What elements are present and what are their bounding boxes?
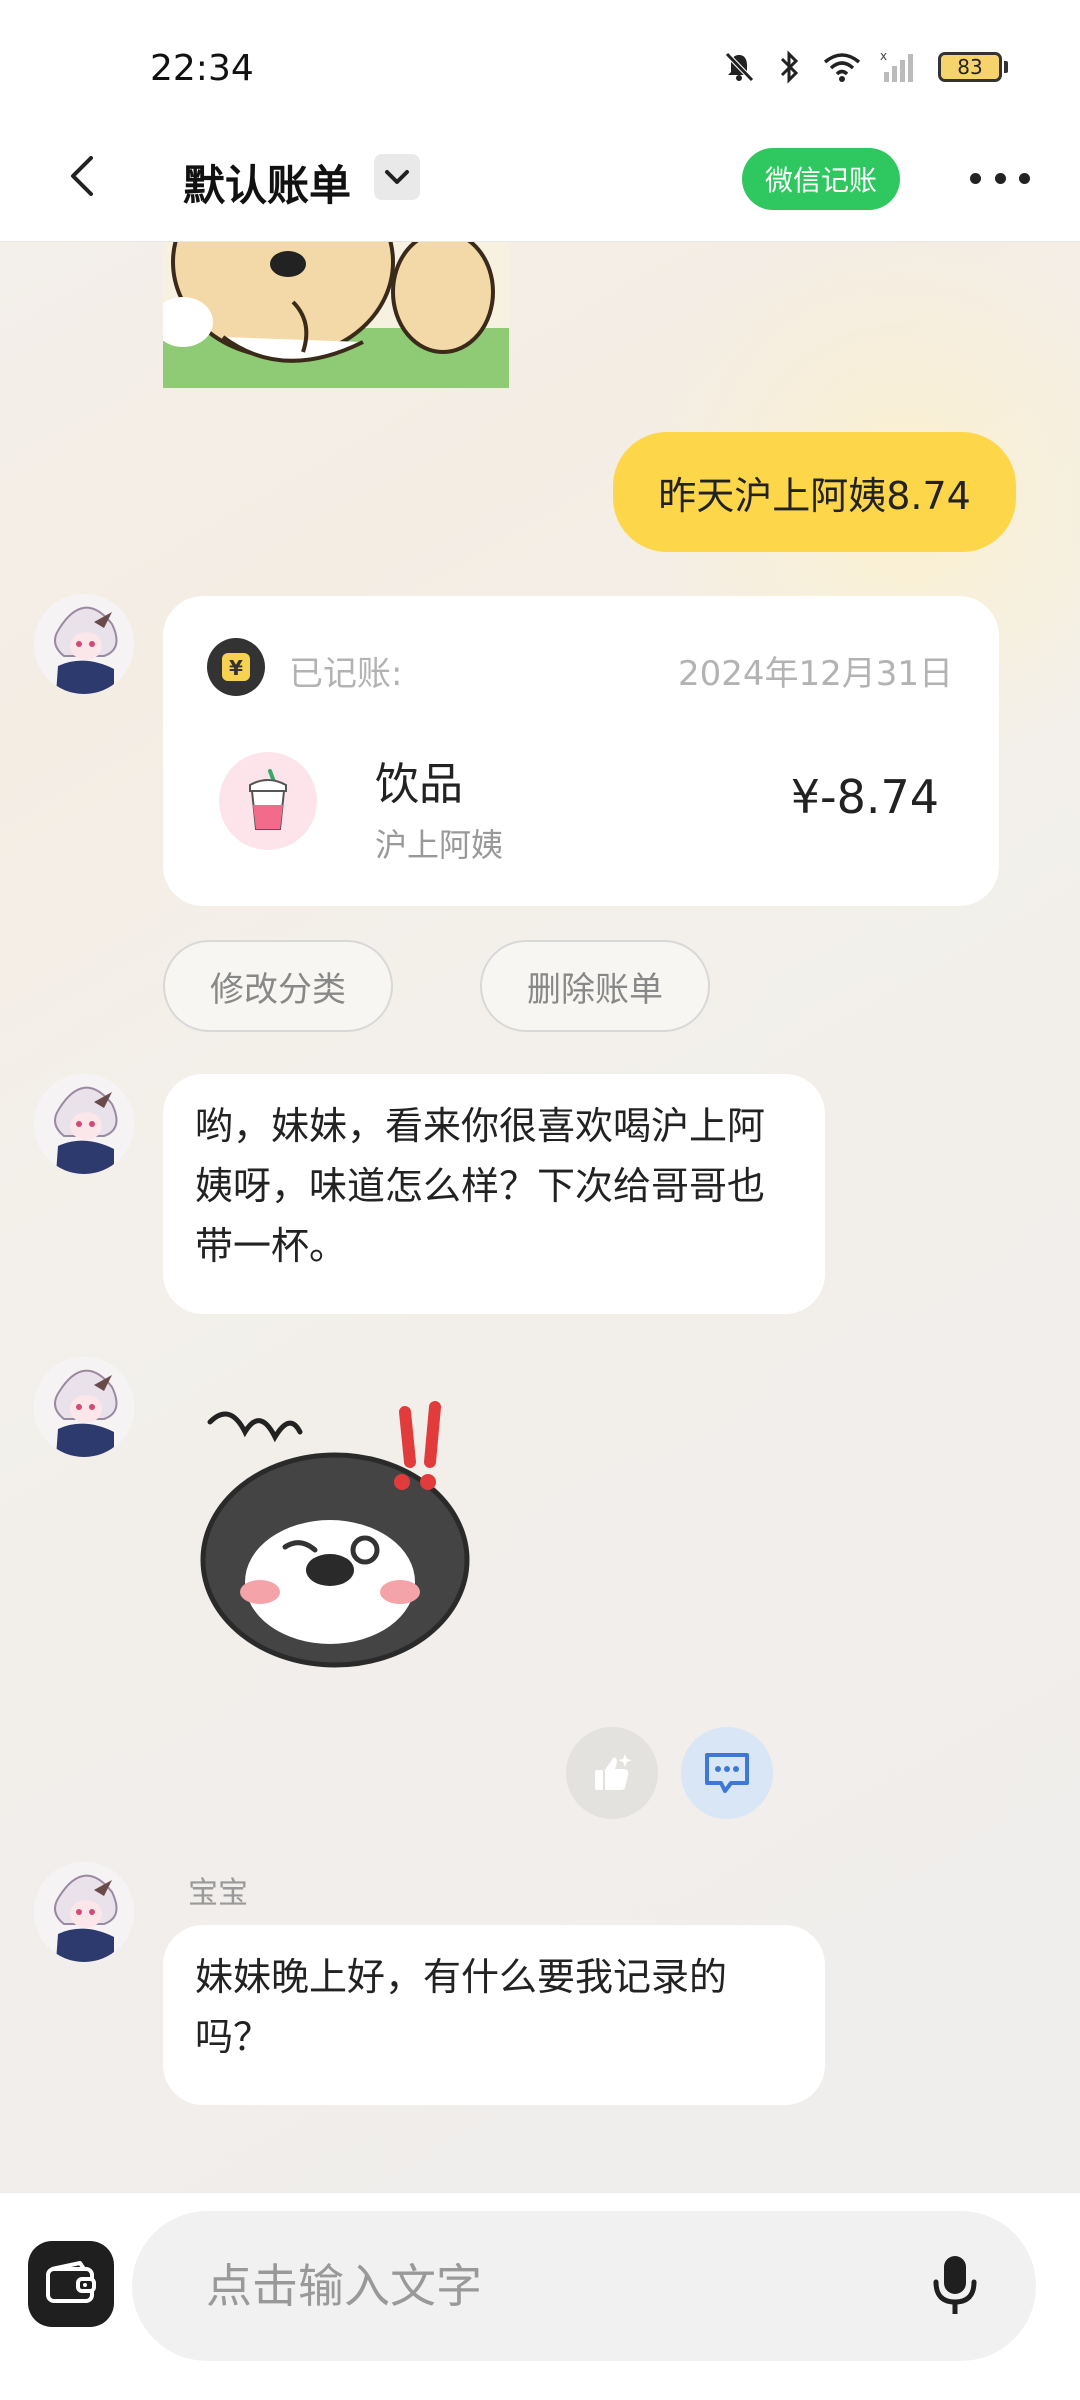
wechat-record-button[interactable]: 微信记账 xyxy=(742,148,900,210)
message-input-container[interactable] xyxy=(132,2211,1036,2361)
like-button[interactable] xyxy=(566,1727,658,1819)
svg-text:x: x xyxy=(880,50,887,63)
microphone-icon xyxy=(933,2256,977,2314)
message-input[interactable] xyxy=(206,2211,906,2361)
bill-record-card[interactable]: ¥ 已记账: 2024年12月31日 饮品 沪上阿姨 ¥-8.74 xyxy=(163,596,999,906)
chat-area[interactable]: 昨天沪上阿姨8.74 ¥ 已记账: 2024年12月31日 饮品 沪上阿姨 ¥-… xyxy=(0,242,1080,2192)
more-icon[interactable] xyxy=(970,156,1030,200)
mute-icon xyxy=(725,52,754,82)
ledger-dropdown-button[interactable] xyxy=(374,154,420,200)
thumbs-up-icon xyxy=(595,1754,632,1790)
sticker-image xyxy=(163,242,509,388)
yuan-coin-icon: ¥ xyxy=(207,638,265,696)
drink-icon xyxy=(219,752,317,850)
ledger-title[interactable]: 默认账单 xyxy=(183,152,351,213)
bot-greeting-bubble[interactable]: 妹妹晚上好，有什么要我记录的吗？ xyxy=(163,1925,825,2105)
svg-text:¥: ¥ xyxy=(229,656,243,680)
record-amount: ¥-8.74 xyxy=(790,770,939,824)
battery-icon: 83 xyxy=(938,52,1008,82)
penguin-sticker xyxy=(190,1392,490,1672)
status-bar: 22:34 x 83 xyxy=(0,0,1080,140)
back-button[interactable] xyxy=(56,150,108,202)
avatar[interactable] xyxy=(34,594,134,694)
signal-icon: x xyxy=(880,50,913,82)
delete-bill-button[interactable]: 删除账单 xyxy=(480,940,710,1032)
user-message-bubble[interactable]: 昨天沪上阿姨8.74 xyxy=(613,432,1016,552)
input-bar xyxy=(0,2192,1080,2400)
wallet-icon xyxy=(46,2261,96,2303)
status-icons: x 83 xyxy=(722,50,1008,84)
avatar[interactable] xyxy=(34,1074,134,1174)
sender-name: 宝宝 xyxy=(188,1876,248,1911)
comment-button[interactable] xyxy=(681,1727,773,1819)
record-status: 已记账: xyxy=(289,654,403,694)
bot-message-bubble[interactable]: 哟，妹妹，看来你很喜欢喝沪上阿姨呀，味道怎么样？下次给哥哥也带一杯。 xyxy=(163,1074,825,1314)
record-category: 饮品 xyxy=(375,759,463,810)
wallet-button[interactable] xyxy=(28,2241,114,2327)
modify-category-button[interactable]: 修改分类 xyxy=(163,940,393,1032)
record-date: 2024年12月31日 xyxy=(677,654,953,694)
wifi-icon xyxy=(823,53,861,82)
record-merchant: 沪上阿姨 xyxy=(375,826,504,864)
back-arrow-icon xyxy=(71,156,93,196)
avatar[interactable] xyxy=(34,1357,134,1457)
message-icon xyxy=(705,1753,749,1793)
avatar[interactable] xyxy=(34,1862,134,1962)
voice-input-button[interactable] xyxy=(920,2251,990,2321)
battery-level: 83 xyxy=(938,52,1002,82)
status-time: 22:34 xyxy=(150,48,254,89)
chevron-down-icon xyxy=(385,170,409,184)
top-nav-bar: 默认账单 微信记账 xyxy=(0,120,1080,242)
bluetooth-icon xyxy=(780,50,799,84)
